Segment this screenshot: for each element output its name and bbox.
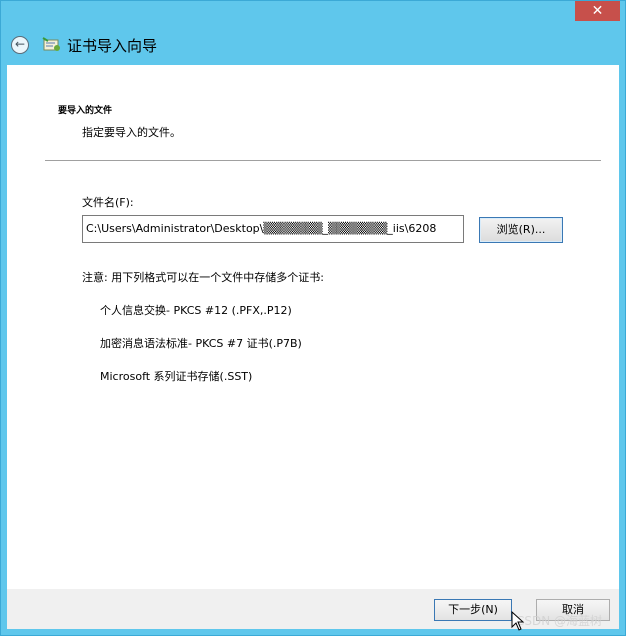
page-heading: 要导入的文件 — [58, 106, 113, 116]
divider — [45, 160, 601, 161]
page-description: 指定要导入的文件。 — [82, 126, 181, 139]
back-arrow-icon[interactable]: ← — [11, 36, 29, 54]
format-sst: Microsoft 系列证书存储(.SST) — [100, 370, 253, 383]
formats-note: 注意: 用下列格式可以在一个文件中存储多个证书: — [82, 271, 324, 284]
filename-input[interactable]: C:\Users\Administrator\Desktop\▒▒▒▒▒▒▒_▒… — [82, 215, 464, 243]
watermark: CSDN @海蓝树 — [516, 614, 603, 628]
title-bar: ← 证书导入向导 — [4, 26, 622, 64]
wizard-content: 要导入的文件 指定要导入的文件。 文件名(F): C:\Users\Admini… — [7, 65, 619, 589]
browse-button[interactable]: 浏览(R)... — [479, 217, 563, 243]
next-button[interactable]: 下一步(N) — [434, 599, 512, 621]
mouse-cursor-icon — [511, 611, 525, 631]
window-title: 证书导入向导 — [67, 37, 158, 55]
certificate-icon — [42, 37, 60, 51]
format-pfx: 个人信息交换- PKCS #12 (.PFX,.P12) — [100, 304, 292, 317]
filename-label: 文件名(F): — [82, 196, 134, 209]
wizard-window: ✕ ← 证书导入向导 要导入的文件 指定要导入的文件。 文件名(F): C:\U… — [0, 0, 626, 636]
format-p7b: 加密消息语法标准- PKCS #7 证书(.P7B) — [100, 337, 302, 350]
close-button[interactable]: ✕ — [575, 1, 620, 21]
